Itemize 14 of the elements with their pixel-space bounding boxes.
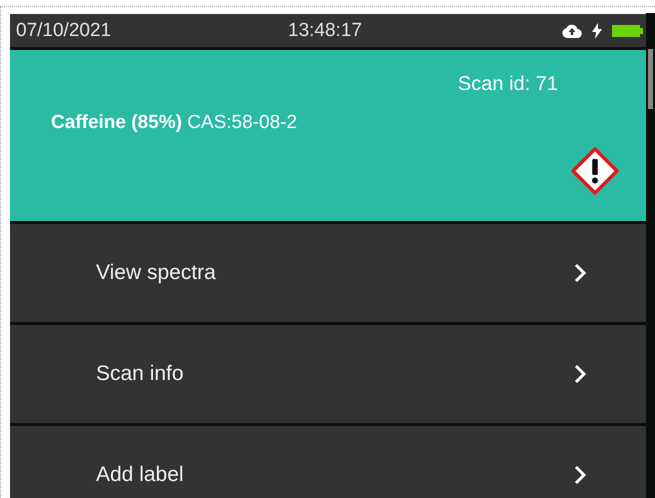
battery-icon xyxy=(612,24,640,36)
chevron-right-icon xyxy=(574,263,586,283)
charging-icon xyxy=(592,22,602,38)
menu-item[interactable]: Add label xyxy=(10,426,646,498)
scrollbar[interactable] xyxy=(646,13,655,498)
compound-name: Caffeine (85%) CAS:58-08-2 xyxy=(51,112,298,134)
cloud-upload-icon xyxy=(562,24,582,38)
chevron-right-icon xyxy=(574,364,586,384)
menu-item[interactable]: Scan info xyxy=(10,325,646,423)
status-time: 13:48:17 xyxy=(288,20,363,42)
chevron-right-icon xyxy=(574,465,586,485)
menu-item[interactable]: View spectra xyxy=(10,224,646,322)
scan-id: Scan id: 71 xyxy=(456,73,559,96)
status-date: 07/10/2021 xyxy=(16,20,112,42)
